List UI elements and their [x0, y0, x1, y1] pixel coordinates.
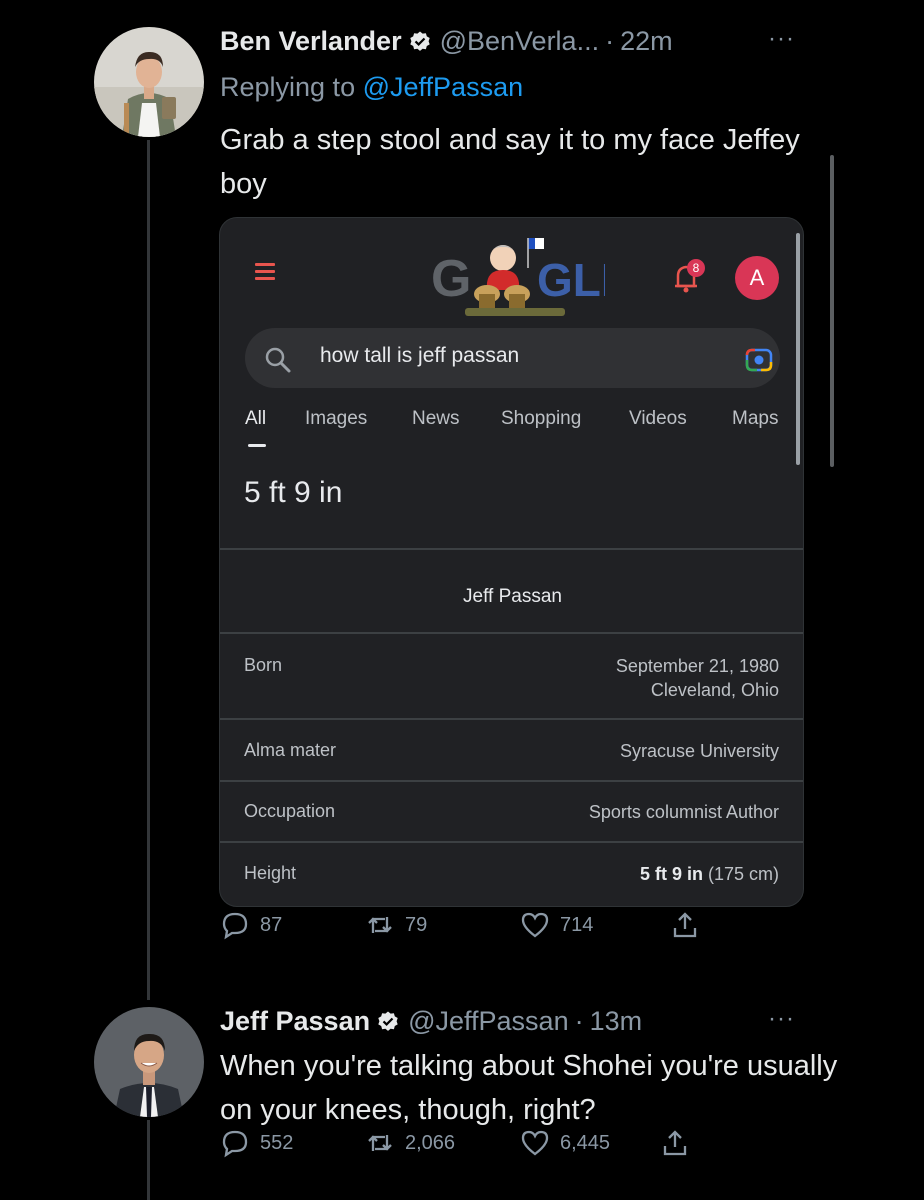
search-query[interactable]: how tall is jeff passan	[320, 344, 519, 368]
more-icon[interactable]: ···	[768, 1005, 795, 1033]
row-label-alma-mater: Alma mater	[244, 740, 337, 760]
svg-text:GLE: GLE	[537, 254, 605, 306]
replying-to-label: Replying to	[220, 72, 356, 102]
thread-line	[147, 140, 150, 1000]
like-icon	[521, 912, 549, 938]
author-name[interactable]: Ben Verlander	[220, 26, 402, 57]
row-label-born: Born	[244, 655, 283, 675]
row-value-height: 5 ft 9 in (175 cm)	[640, 862, 779, 886]
author-handle[interactable]: @JeffPassan	[408, 1006, 569, 1037]
divider	[220, 718, 803, 720]
search-bar[interactable]: how tall is jeff passan	[245, 328, 780, 388]
active-tab-indicator	[248, 444, 266, 447]
tab-shopping[interactable]: Shopping	[501, 408, 581, 430]
timestamp[interactable]: 22m	[620, 26, 673, 57]
row-label-occupation: Occupation	[244, 801, 336, 821]
row-value-alma-mater[interactable]: Syracuse University	[620, 739, 779, 763]
svg-text:G: G	[431, 250, 471, 308]
reply-count: 87	[260, 913, 283, 936]
scrollbar[interactable]	[796, 233, 800, 465]
embedded-screenshot[interactable]: G GLE 8 A how tall is jeff passan	[219, 217, 804, 907]
row-label-height: Height	[244, 863, 297, 883]
reply-button[interactable]: 87	[220, 910, 282, 940]
share-button[interactable]	[670, 910, 710, 940]
verified-icon	[378, 1011, 398, 1031]
retweet-icon	[368, 917, 392, 933]
like-button[interactable]: 714	[520, 910, 593, 940]
tab-maps[interactable]: Maps	[732, 408, 778, 430]
featured-answer: 5 ft 9 in	[244, 476, 343, 509]
born-place[interactable]: Cleveland, Ohio	[616, 678, 779, 702]
born-date: September 21, 1980	[615, 656, 779, 676]
tab-images[interactable]: Images	[305, 408, 367, 430]
search-tabs: All Images News Shopping Videos Maps	[220, 408, 803, 458]
retweet-button[interactable]: 2,066	[365, 1128, 455, 1158]
tweet-header: Ben Verlander @BenVerla... · 22m	[220, 26, 673, 57]
row-value-born: September 21, 1980 Cleveland, Ohio	[616, 654, 779, 702]
height-bold: 5 ft 9 in	[639, 864, 703, 884]
retweet-count: 79	[405, 913, 428, 936]
more-icon[interactable]: ···	[768, 25, 795, 53]
reply-button[interactable]: 552	[220, 1128, 293, 1158]
reply-icon	[222, 1130, 248, 1158]
row-value-occupation: Sports columnist Author	[588, 802, 779, 822]
like-count: 714	[560, 913, 594, 936]
like-button[interactable]: 6,445	[520, 1128, 610, 1158]
account-avatar[interactable]: A	[735, 256, 779, 300]
reply-handle-link[interactable]: @JeffPassan	[363, 72, 524, 102]
thread-line	[147, 1120, 150, 1200]
reply-count: 552	[260, 1131, 294, 1154]
retweet-button[interactable]: 79	[365, 910, 427, 940]
reply-icon	[222, 912, 248, 940]
separator: ·	[605, 26, 615, 56]
notification-count: 8	[693, 261, 700, 275]
menu-icon	[255, 263, 275, 284]
retweet-count: 2,066	[405, 1131, 456, 1154]
share-icon	[673, 912, 697, 938]
tab-news[interactable]: News	[412, 408, 460, 430]
divider	[220, 780, 803, 782]
verified-icon	[409, 31, 430, 51]
replying-to: Replying to @JeffPassan	[220, 72, 523, 103]
tweet-header: Jeff Passan @JeffPassan · 13m	[220, 1006, 642, 1037]
divider	[220, 548, 803, 550]
bell-icon[interactable]: 8	[668, 258, 708, 298]
tweet-text: Grab a step stool and say it to my face …	[220, 124, 800, 200]
tab-all[interactable]: All	[245, 408, 266, 430]
divider	[220, 841, 803, 843]
share-icon	[663, 1130, 687, 1156]
retweet-icon	[368, 1135, 392, 1151]
tab-videos[interactable]: Videos	[629, 408, 687, 430]
height-cm: (175 cm)	[702, 864, 779, 884]
avatar[interactable]	[94, 27, 204, 137]
divider	[220, 632, 803, 634]
like-icon	[521, 1130, 549, 1156]
tweet-text: When you're talking about Shohei you're …	[220, 1050, 838, 1126]
google-doodle-logo: G GLE	[431, 238, 605, 316]
camera-icon[interactable]	[745, 346, 773, 372]
author-handle[interactable]: @BenVerla...	[440, 26, 600, 57]
timestamp[interactable]: 13m	[590, 1006, 643, 1037]
knowledge-panel-title[interactable]: Jeff Passan	[220, 586, 803, 608]
search-icon	[265, 347, 291, 373]
share-button[interactable]	[660, 1128, 700, 1158]
like-count: 6,445	[560, 1131, 611, 1154]
scrollbar[interactable]	[830, 155, 834, 467]
avatar[interactable]	[94, 1007, 204, 1117]
author-name[interactable]: Jeff Passan	[220, 1006, 370, 1037]
separator: ·	[574, 1006, 584, 1036]
